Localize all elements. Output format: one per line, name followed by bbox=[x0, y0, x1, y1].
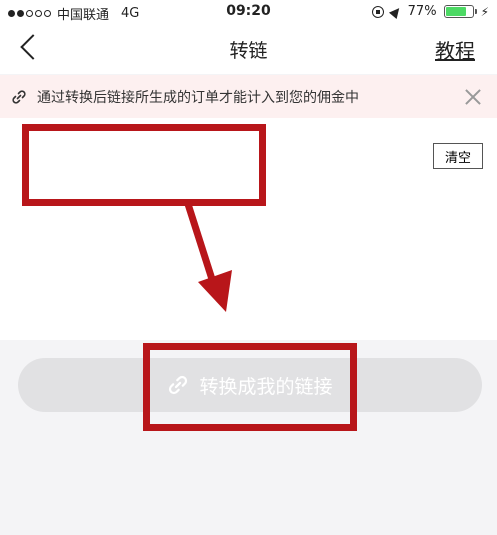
notice-banner: 通过转换后链接所生成的订单才能计入到您的佣金中 bbox=[0, 75, 497, 118]
location-arrow-icon bbox=[388, 4, 403, 19]
status-right: 77% ⚡ bbox=[371, 4, 489, 19]
link-input[interactable] bbox=[18, 132, 428, 322]
link-icon bbox=[169, 375, 188, 395]
rotation-lock-icon bbox=[371, 5, 384, 18]
link-input-panel: 清空 bbox=[0, 118, 497, 340]
status-bar: 中国联通 4G 09:20 77% ⚡ bbox=[0, 0, 497, 24]
battery-fill bbox=[445, 7, 466, 16]
clear-button[interactable]: 清空 bbox=[433, 143, 483, 169]
notice-text: 通过转换后链接所生成的订单才能计入到您的佣金中 bbox=[37, 90, 359, 106]
charging-bolt-icon: ⚡ bbox=[480, 4, 489, 19]
page-title: 转链 bbox=[229, 40, 268, 62]
battery-icon bbox=[443, 5, 477, 18]
close-icon[interactable] bbox=[463, 87, 483, 107]
convert-button-label: 转换成我的链接 bbox=[199, 375, 333, 398]
link-icon bbox=[12, 90, 26, 104]
tutorial-link[interactable]: 教程 bbox=[435, 35, 475, 64]
convert-link-button[interactable]: 转换成我的链接 bbox=[18, 358, 482, 412]
nav-header: 转链 教程 bbox=[0, 24, 497, 74]
battery-percent: 77% bbox=[407, 4, 437, 19]
